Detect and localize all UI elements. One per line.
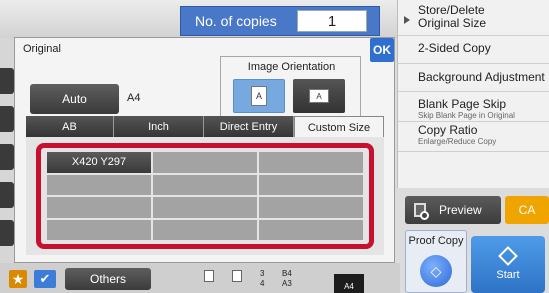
custom-size-slot[interactable] bbox=[47, 174, 151, 195]
menu-item-background-adjustment[interactable]: Background Adjustment bbox=[398, 64, 549, 92]
others-button[interactable]: Others bbox=[65, 268, 151, 290]
custom-size-slot[interactable] bbox=[153, 174, 257, 195]
dialog-title: Original bbox=[23, 43, 61, 55]
tab-ab[interactable]: AB bbox=[26, 116, 114, 138]
menu-item-subtitle: Skip Blank Page in Original bbox=[418, 111, 515, 120]
landscape-page-icon: A bbox=[309, 89, 329, 103]
menu-item-label: Background Adjustment bbox=[418, 70, 545, 84]
paper-size-indicator: A4 bbox=[334, 274, 364, 293]
right-menu: Store/Delete Original Size 2-Sided Copy … bbox=[397, 0, 549, 188]
star-icon[interactable]: ★ bbox=[9, 270, 27, 288]
preview-magnifier-icon bbox=[414, 203, 429, 220]
proof-copy-button[interactable]: ◇ bbox=[420, 255, 452, 287]
menu-item-store-delete-original-size[interactable]: Store/Delete Original Size bbox=[398, 4, 549, 36]
tray-number: 3 bbox=[260, 269, 265, 278]
custom-size-panel: X420 Y297 bbox=[26, 137, 384, 255]
menu-item-label: 2-Sided Copy bbox=[418, 41, 491, 55]
custom-size-slot[interactable] bbox=[47, 219, 151, 240]
left-edge-strip bbox=[0, 38, 14, 263]
ok-button[interactable]: OK bbox=[370, 38, 394, 62]
tab-inch[interactable]: Inch bbox=[114, 116, 204, 138]
custom-size-slot[interactable] bbox=[259, 197, 363, 218]
menu-item-label: Blank Page Skip bbox=[418, 97, 507, 111]
checkmark-icon[interactable]: ✔ bbox=[34, 270, 56, 288]
orientation-portrait-button[interactable]: A bbox=[233, 79, 285, 113]
custom-size-slot[interactable] bbox=[153, 152, 257, 173]
left-edge-tab[interactable] bbox=[0, 220, 14, 246]
size-tabs: AB Inch Direct Entry Custom Size bbox=[26, 116, 384, 138]
custom-size-slot[interactable] bbox=[153, 197, 257, 218]
custom-size-slot[interactable] bbox=[47, 197, 151, 218]
menu-item-2-sided-copy[interactable]: 2-Sided Copy bbox=[398, 36, 549, 64]
menu-item-copy-ratio[interactable]: Copy Ratio Enlarge/Reduce Copy bbox=[398, 122, 549, 152]
menu-item-label-line2: Original Size bbox=[418, 16, 487, 30]
proof-copy-label: Proof Copy bbox=[408, 235, 464, 247]
diamond-icon: ◇ bbox=[430, 262, 442, 279]
tray-size: A3 bbox=[282, 279, 292, 288]
auto-button[interactable]: Auto bbox=[30, 84, 119, 114]
portrait-page-icon: A bbox=[251, 86, 267, 106]
proof-copy-panel: Proof Copy ◇ bbox=[405, 230, 467, 293]
preview-label: Preview bbox=[439, 203, 482, 217]
ca-button[interactable]: CA bbox=[505, 196, 549, 224]
play-arrow-icon bbox=[404, 16, 410, 24]
tray-icon bbox=[232, 270, 242, 282]
left-edge-tab[interactable] bbox=[0, 182, 14, 208]
preview-button[interactable]: Preview bbox=[405, 196, 501, 224]
tray-size: B4 bbox=[282, 269, 292, 278]
menu-item-blank-page-skip[interactable]: Blank Page Skip Skip Blank Page in Origi… bbox=[398, 92, 549, 122]
start-label: Start bbox=[496, 268, 520, 281]
copies-label: No. of copies bbox=[195, 13, 277, 29]
tray-number: 4 bbox=[260, 279, 265, 288]
menu-item-label: Copy Ratio bbox=[418, 123, 478, 137]
custom-size-grid: X420 Y297 bbox=[36, 143, 374, 249]
left-edge-tab[interactable] bbox=[0, 106, 14, 132]
start-button[interactable]: Start bbox=[471, 236, 545, 293]
copies-bar: No. of copies 1 bbox=[180, 6, 380, 36]
custom-size-slot[interactable]: X420 Y297 bbox=[47, 152, 151, 173]
original-dialog: Original OK Image Orientation A A Auto A… bbox=[14, 37, 395, 263]
custom-size-slot[interactable] bbox=[259, 174, 363, 195]
auto-size-value: A4 bbox=[127, 92, 141, 104]
menu-item-subtitle: Enlarge/Reduce Copy bbox=[418, 137, 497, 146]
left-edge-tab[interactable] bbox=[0, 144, 14, 170]
custom-size-slot[interactable] bbox=[259, 219, 363, 240]
orientation-landscape-button[interactable]: A bbox=[293, 79, 345, 113]
diamond-icon bbox=[498, 245, 518, 266]
tab-direct-entry[interactable]: Direct Entry bbox=[204, 116, 294, 138]
custom-size-slot[interactable] bbox=[259, 152, 363, 173]
tab-custom-size[interactable]: Custom Size bbox=[294, 116, 384, 138]
tray-icon bbox=[204, 270, 214, 282]
image-orientation-label: Image Orientation bbox=[247, 61, 336, 73]
left-edge-tab[interactable] bbox=[0, 68, 14, 94]
copies-input[interactable]: 1 bbox=[297, 10, 367, 32]
custom-size-slot[interactable] bbox=[153, 219, 257, 240]
